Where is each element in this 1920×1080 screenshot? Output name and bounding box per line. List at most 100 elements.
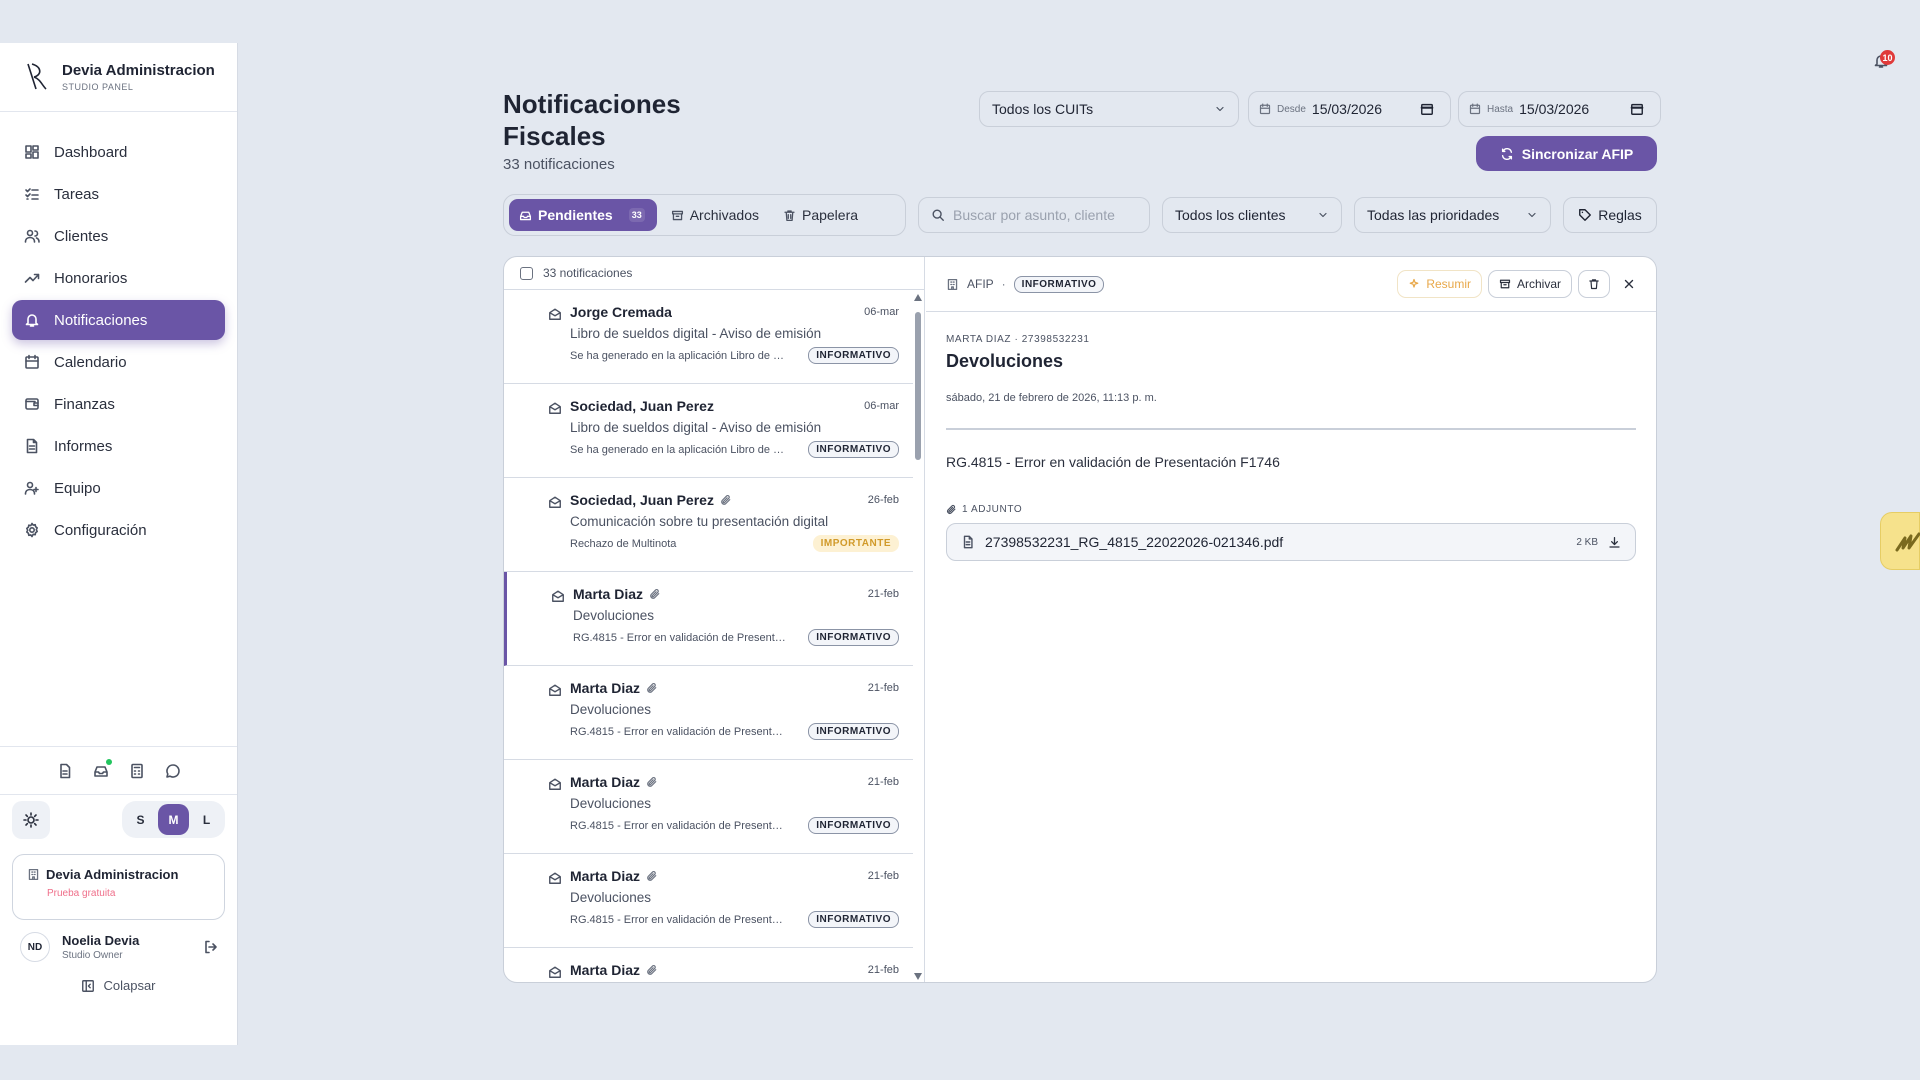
chat-tool[interactable] bbox=[165, 763, 181, 779]
list-item[interactable]: Marta Diaz 21-feb Devoluciones RG.4815 - Er… bbox=[504, 854, 913, 948]
list-item[interactable]: Marta Diaz 21-feb Devoluciones RG.4815 - Er… bbox=[504, 666, 913, 760]
priority-badge: IMPORTANTE bbox=[812, 535, 899, 552]
download-icon[interactable] bbox=[1608, 536, 1621, 549]
chevron-down-icon bbox=[1216, 106, 1224, 112]
collapse-button[interactable]: Colapsar bbox=[0, 978, 237, 993]
item-preview: Se ha generado en la aplicación Libro de… bbox=[570, 349, 785, 362]
paperclip-icon bbox=[647, 683, 657, 693]
date-from-field[interactable]: Desde 15/03/2026 bbox=[1248, 91, 1451, 127]
nav-item-notificaciones[interactable]: Notificaciones bbox=[12, 300, 225, 340]
item-date: 21-feb bbox=[867, 682, 899, 694]
date-to-field[interactable]: Hasta 15/03/2026 bbox=[1458, 91, 1661, 127]
archive-label: Archivar bbox=[1516, 277, 1561, 291]
users-icon bbox=[24, 229, 40, 243]
paperclip-icon bbox=[647, 871, 657, 881]
calendar-picker-icon[interactable] bbox=[1420, 102, 1434, 116]
size-m-button[interactable]: M bbox=[158, 804, 189, 835]
nav-item-tareas[interactable]: Tareas bbox=[12, 174, 225, 214]
calendar-picker-icon[interactable] bbox=[1630, 102, 1644, 116]
inbox-tool[interactable] bbox=[93, 758, 112, 779]
scroll-thumb[interactable] bbox=[915, 312, 921, 460]
list-item[interactable]: Sociedad, Juan Perez 06-mar Libro de sueld… bbox=[504, 384, 913, 478]
item-date: 21-feb bbox=[867, 776, 899, 788]
size-s-button[interactable]: S bbox=[125, 804, 156, 835]
item-subject: Libro de sueldos digital - Aviso de emis… bbox=[570, 326, 822, 341]
page-title: Notificaciones Fiscales bbox=[503, 89, 681, 151]
item-date: 26-feb bbox=[867, 494, 899, 506]
nav-item-dashboard[interactable]: Dashboard bbox=[12, 132, 225, 172]
date-from-value: 15/03/2026 bbox=[1311, 101, 1382, 117]
attachment-name: 27398532231_RG_4815_22022026-021346.pdf bbox=[985, 534, 1284, 550]
priority-badge: INFORMATIVO bbox=[808, 817, 899, 834]
list-scrollbar[interactable] bbox=[912, 290, 924, 982]
logo-icon bbox=[27, 63, 47, 90]
nav-item-equipo[interactable]: Equipo bbox=[12, 468, 225, 508]
sparkle-icon bbox=[1409, 278, 1419, 288]
item-sender: Marta Diaz bbox=[573, 586, 644, 602]
account-card[interactable]: Devia Administracion Prueba gratuita bbox=[12, 854, 225, 920]
nav-label: Informes bbox=[54, 437, 113, 455]
tab-count: 33 bbox=[628, 208, 645, 222]
avatar[interactable]: ND bbox=[20, 932, 50, 962]
nav-item-configuracion[interactable]: Configuración bbox=[12, 510, 225, 550]
priority-filter[interactable]: Todas las prioridades bbox=[1354, 197, 1551, 233]
item-subject: Comunicación sobre tu presentación digit… bbox=[570, 514, 829, 529]
summarize-button[interactable]: Resumir bbox=[1397, 270, 1482, 298]
select-all-checkbox[interactable] bbox=[520, 266, 533, 280]
nav-item-informes[interactable]: Informes bbox=[12, 426, 225, 466]
brand[interactable]: Devia Administracion STUDIO PANEL bbox=[0, 43, 237, 112]
list-item[interactable]: Jorge Cremada 06-mar Libro de sueldos digi… bbox=[504, 290, 913, 384]
nav-label: Clientes bbox=[54, 227, 109, 245]
appearance-row: S M L bbox=[0, 794, 237, 844]
rules-button[interactable]: Reglas bbox=[1563, 197, 1657, 233]
quick-tools bbox=[0, 746, 237, 794]
paperclip-icon bbox=[650, 589, 660, 599]
scroll-down-arrow[interactable] bbox=[914, 973, 922, 980]
priority-badge: INFORMATIVO bbox=[808, 723, 899, 740]
item-preview: RG.4815 - Error en validación de Present… bbox=[570, 913, 785, 926]
delete-button[interactable] bbox=[1578, 270, 1610, 298]
archive-button[interactable]: Archivar bbox=[1487, 270, 1572, 298]
nav-label: Dashboard bbox=[54, 143, 128, 161]
tab-archivados[interactable]: Archivados bbox=[661, 199, 769, 231]
brand-subtitle: STUDIO PANEL bbox=[62, 82, 134, 92]
search-input[interactable]: Buscar por asunto, cliente bbox=[918, 197, 1150, 233]
archive-icon bbox=[671, 210, 683, 220]
nav-item-clientes[interactable]: Clientes bbox=[12, 216, 225, 256]
theme-toggle[interactable] bbox=[12, 800, 50, 839]
sync-afip-button[interactable]: Sincronizar AFIP bbox=[1476, 136, 1657, 171]
list-item[interactable]: Marta Diaz 21-feb bbox=[504, 948, 913, 982]
envelope-open-icon bbox=[552, 590, 564, 602]
list-item[interactable]: Marta Diaz 21-feb Devoluciones RG.4815 - Er… bbox=[504, 760, 913, 854]
paperclip-icon bbox=[721, 495, 731, 505]
tab-pendientes[interactable]: Pendientes 33 bbox=[509, 199, 657, 231]
floating-notes-tab[interactable] bbox=[1880, 512, 1920, 570]
item-preview: RG.4815 - Error en validación de Present… bbox=[573, 631, 788, 644]
item-subject: Devoluciones bbox=[573, 608, 655, 623]
tab-papelera[interactable]: Papelera bbox=[773, 199, 868, 231]
client-filter[interactable]: Todos los clientes bbox=[1162, 197, 1342, 233]
sun-icon bbox=[23, 811, 39, 828]
list-item[interactable]: Sociedad, Juan Perez 26-feb Comunicación s… bbox=[504, 478, 913, 572]
logout-icon[interactable] bbox=[203, 939, 219, 955]
nav-item-finanzas[interactable]: Finanzas bbox=[12, 384, 225, 424]
item-preview: Se ha generado en la aplicación Libro de… bbox=[570, 443, 785, 456]
trend-icon bbox=[24, 273, 40, 283]
item-preview: RG.4815 - Error en validación de Present… bbox=[570, 819, 785, 832]
detail-toolbar: AFIP · INFORMATIVO Resumir Archivar bbox=[926, 257, 1656, 312]
scroll-up-arrow[interactable] bbox=[914, 294, 922, 301]
sync-label: Sincronizar AFIP bbox=[1521, 145, 1634, 162]
close-icon[interactable] bbox=[1622, 277, 1636, 291]
attachment-row[interactable]: 27398532231_RG_4815_22022026-021346.pdf … bbox=[946, 523, 1636, 561]
nav-item-calendario[interactable]: Calendario bbox=[12, 342, 225, 382]
calculator-tool[interactable] bbox=[129, 763, 145, 779]
item-subject: Devoluciones bbox=[570, 702, 652, 717]
cuit-select[interactable]: Todos los CUITs bbox=[979, 91, 1239, 127]
size-l-button[interactable]: L bbox=[191, 804, 222, 835]
list-item[interactable]: Marta Diaz 21-feb Devoluciones RG.4815 - Er… bbox=[504, 572, 913, 666]
document-tool[interactable] bbox=[57, 763, 73, 779]
nav-item-honorarios[interactable]: Honorarios bbox=[12, 258, 225, 298]
envelope-open-icon bbox=[549, 402, 561, 414]
calculator-icon bbox=[130, 763, 143, 778]
envelope-open-icon bbox=[549, 966, 561, 978]
